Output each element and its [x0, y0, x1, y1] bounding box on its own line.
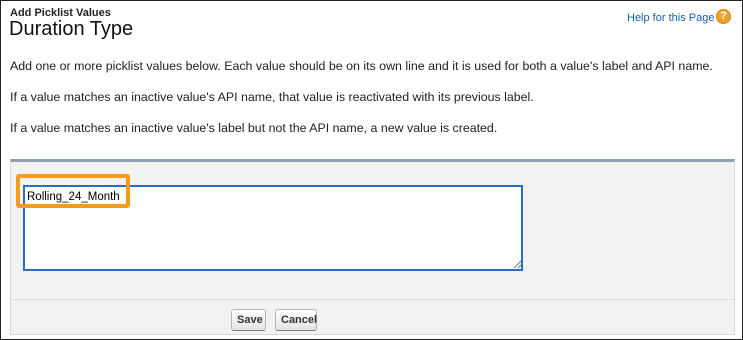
cancel-button[interactable]: Cancel: [275, 309, 317, 331]
instruction-text-2: If a value matches an inactive value's A…: [10, 90, 534, 104]
picklist-values-textarea[interactable]: Rolling_24_Month: [23, 185, 523, 271]
instruction-text-3: If a value matches an inactive value's l…: [10, 121, 498, 135]
page-title: Duration Type: [9, 18, 134, 40]
instruction-text-1: Add one or more picklist values below. E…: [10, 59, 713, 73]
help-icon[interactable]: ?: [716, 9, 731, 24]
help-link[interactable]: Help for this Page: [627, 12, 714, 24]
panel-divider: [11, 299, 734, 300]
save-button[interactable]: Save: [231, 309, 266, 331]
picklist-form-panel: Rolling_24_Month Save Cancel: [10, 159, 735, 335]
page-frame: Add Picklist Values Duration Type Help f…: [0, 0, 743, 340]
